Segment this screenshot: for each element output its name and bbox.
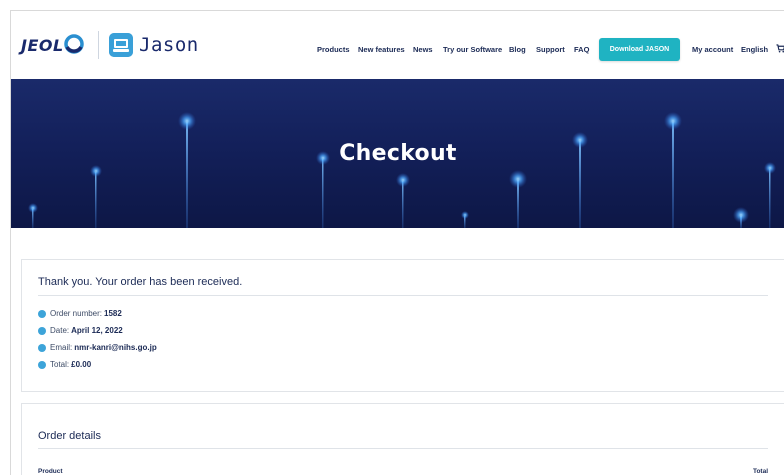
order-date-row: Date: April 12, 2022 <box>38 326 123 335</box>
order-number-label: Order number: <box>50 309 103 318</box>
nav-support[interactable]: Support <box>536 45 565 54</box>
jeol-logo[interactable]: JEOL <box>21 36 64 55</box>
nav-language[interactable]: English <box>741 45 768 54</box>
order-number-row: Order number: 1582 <box>38 309 122 318</box>
order-email-label: Email: <box>50 343 73 352</box>
checkout-hero-banner: Checkout <box>11 79 784 228</box>
info-bullet-icon <box>38 326 46 335</box>
column-header-total: Total <box>752 468 768 475</box>
divider <box>38 448 768 449</box>
order-date-label: Date: <box>50 326 70 335</box>
order-total-label: Total: <box>50 360 70 369</box>
info-bullet-icon <box>38 360 46 369</box>
page-frame: JEOL Jason Products New features News Tr… <box>10 10 784 475</box>
nav-faq[interactable]: FAQ <box>574 45 589 54</box>
info-bullet-icon <box>38 309 46 318</box>
site-header: JEOL Jason Products New features News Tr… <box>11 11 784 79</box>
nav-products[interactable]: Products <box>317 45 350 54</box>
order-number-value: 1582 <box>104 309 122 318</box>
cart-icon[interactable] <box>776 44 784 53</box>
order-email-row: Email: nmr-kanri@nihs.go.jp <box>38 343 157 352</box>
order-total-row: Total: £0.00 <box>38 360 91 369</box>
spike-group <box>28 112 776 228</box>
jason-wordmark[interactable]: Jason <box>139 34 199 56</box>
nav-news[interactable]: News <box>413 45 433 54</box>
logo-divider <box>98 31 99 59</box>
order-email-value: nmr-kanri@nihs.go.jp <box>74 343 157 352</box>
order-details-card: Order details Product Total <box>21 403 784 475</box>
jeol-swirl-icon <box>64 34 84 54</box>
nav-try-software[interactable]: Try our Software <box>443 45 502 54</box>
column-header-product: Product <box>38 468 63 475</box>
download-jason-button[interactable]: Download JASON <box>599 38 680 61</box>
order-received-heading: Thank you. Your order has been received. <box>38 276 243 288</box>
order-received-card: Thank you. Your order has been received.… <box>21 259 784 392</box>
nav-blog[interactable]: Blog <box>509 45 526 54</box>
order-details-heading: Order details <box>38 430 101 442</box>
info-bullet-icon <box>38 343 46 352</box>
jason-app-icon[interactable] <box>109 33 133 57</box>
order-total-value: £0.00 <box>71 360 92 369</box>
nav-new-features[interactable]: New features <box>358 45 405 54</box>
order-date-value: April 12, 2022 <box>71 326 123 335</box>
nav-my-account[interactable]: My account <box>692 45 733 54</box>
page-title: Checkout <box>339 141 457 166</box>
divider <box>38 295 768 296</box>
